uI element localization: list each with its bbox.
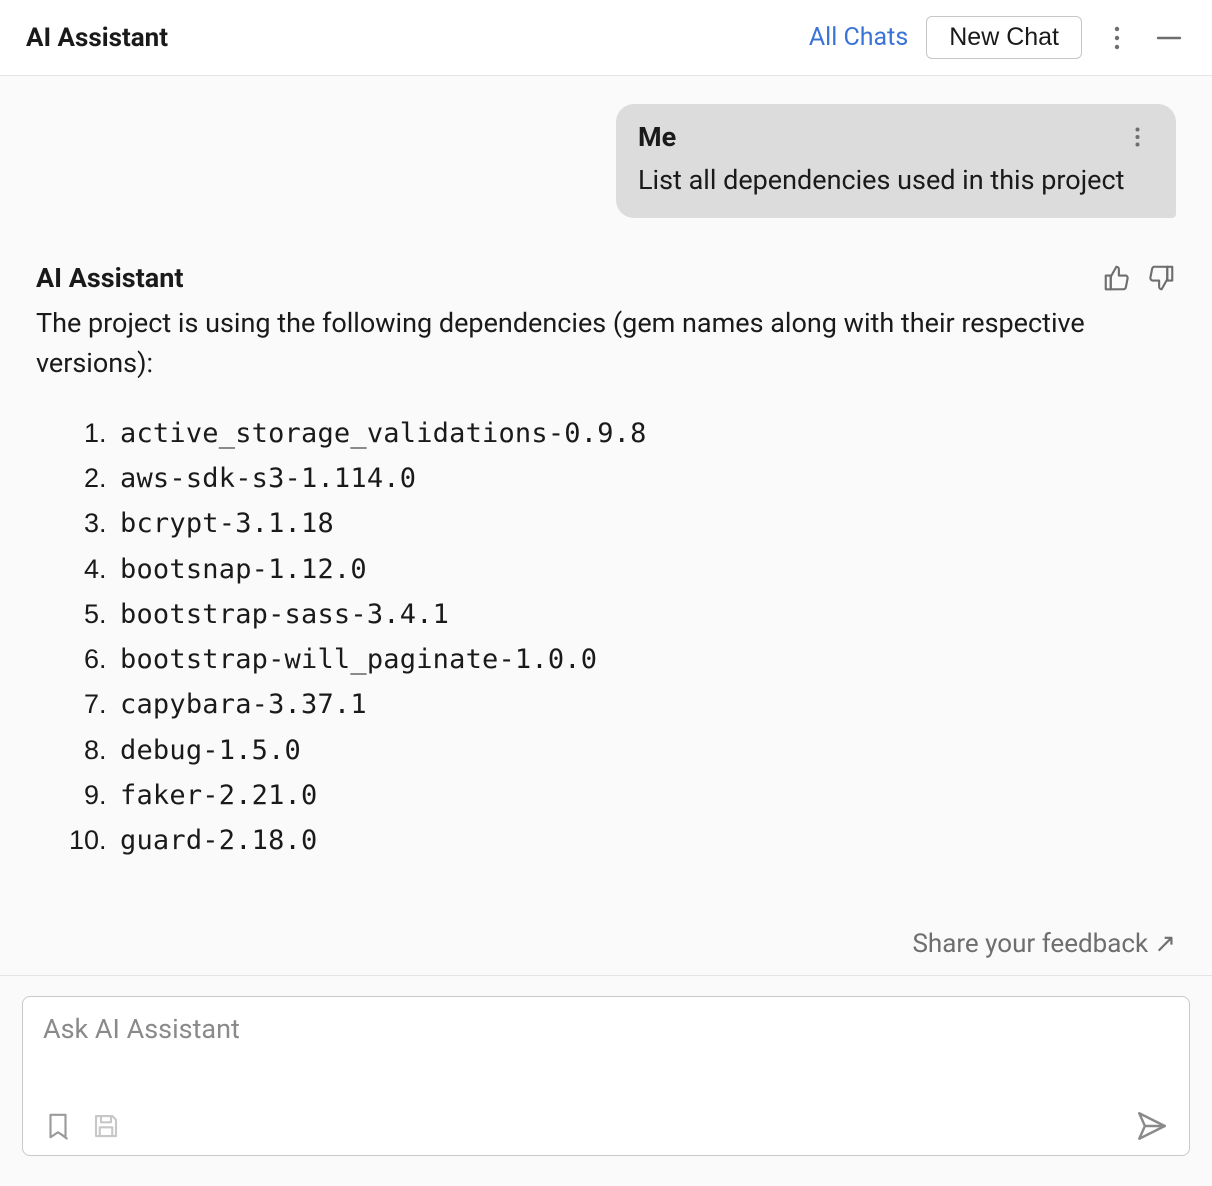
bookmark-icon[interactable] (43, 1111, 73, 1141)
user-author-label: Me (638, 121, 676, 153)
chat-input-placeholder: Ask AI Assistant (43, 1013, 1169, 1045)
header-actions: All Chats New Chat (809, 16, 1186, 59)
chat-conversation: Me List all dependencies used in this pr… (0, 76, 1212, 875)
save-icon[interactable] (91, 1111, 121, 1141)
assistant-intro-text: The project is using the following depen… (36, 304, 1176, 382)
chat-input[interactable]: Ask AI Assistant (22, 996, 1190, 1156)
send-icon[interactable] (1135, 1109, 1169, 1143)
dependency-item: bootsnap-1.12.0 (114, 547, 1176, 592)
input-panel: Ask AI Assistant (0, 975, 1212, 1186)
share-feedback-label: Share your feedback (912, 929, 1148, 959)
new-chat-button[interactable]: New Chat (926, 16, 1082, 59)
assistant-author-label: AI Assistant (36, 262, 184, 294)
panel-title: AI Assistant (26, 23, 168, 53)
minimize-icon[interactable] (1152, 21, 1186, 55)
user-message-text: List all dependencies used in this proje… (638, 162, 1154, 198)
dependency-item: capybara-3.37.1 (114, 682, 1176, 727)
external-link-icon: ↗ (1154, 929, 1176, 959)
share-feedback-link[interactable]: Share your feedback↗ (0, 921, 1212, 975)
thumbs-up-icon[interactable] (1102, 263, 1132, 293)
dependency-item: active_storage_validations-0.9.8 (114, 411, 1176, 456)
more-options-icon[interactable] (1100, 21, 1134, 55)
header-bar: AI Assistant All Chats New Chat (0, 0, 1212, 76)
dependency-item: bootstrap-will_paginate-1.0.0 (114, 637, 1176, 682)
dependency-item: aws-sdk-s3-1.114.0 (114, 456, 1176, 501)
dependency-item: guard-2.18.0 (114, 818, 1176, 863)
assistant-message: AI Assistant The project is using the fo… (36, 262, 1176, 863)
thumbs-down-icon[interactable] (1146, 263, 1176, 293)
all-chats-link[interactable]: All Chats (809, 23, 908, 52)
dependency-list: active_storage_validations-0.9.8aws-sdk-… (36, 411, 1176, 864)
dependency-item: bcrypt-3.1.18 (114, 501, 1176, 546)
dependency-item: bootstrap-sass-3.4.1 (114, 592, 1176, 637)
user-message-more-icon[interactable] (1120, 120, 1154, 154)
dependency-item: debug-1.5.0 (114, 728, 1176, 773)
dependency-item: faker-2.21.0 (114, 773, 1176, 818)
user-message-bubble: Me List all dependencies used in this pr… (616, 104, 1176, 218)
